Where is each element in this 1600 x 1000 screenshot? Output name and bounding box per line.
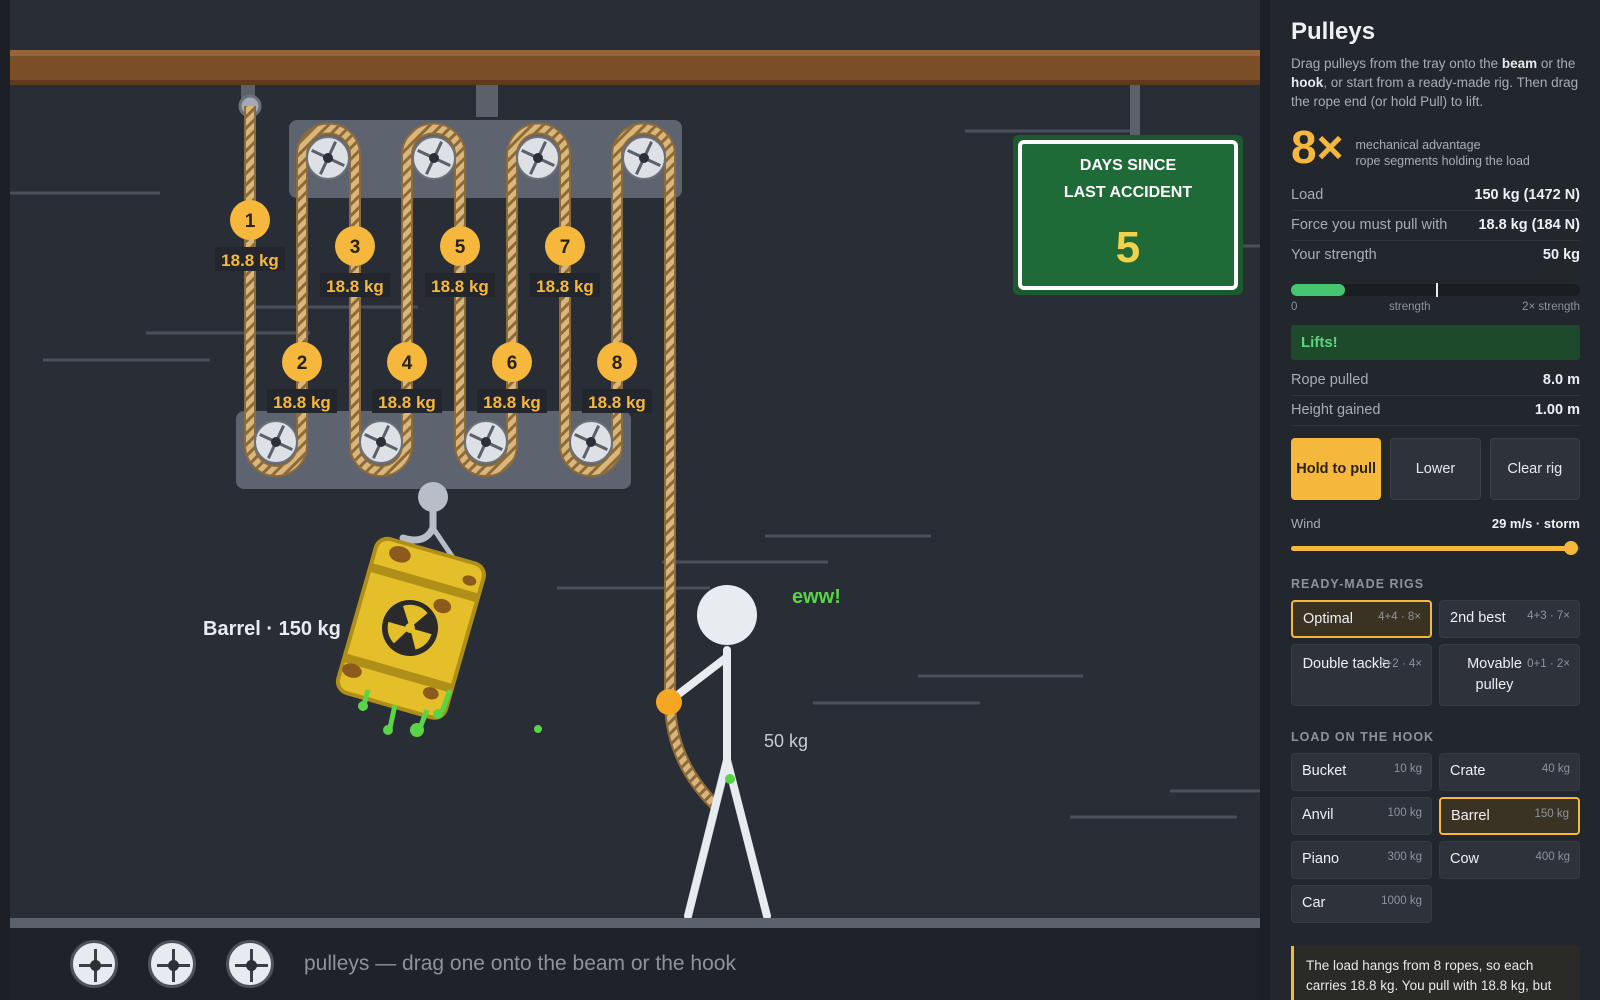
rope-segment-8: 8 18.8 kg xyxy=(582,342,652,413)
rope-number-4: 4 xyxy=(402,353,413,374)
rope-segment-5: 5 18.8 kg xyxy=(425,226,495,297)
exclamation-text: eww! xyxy=(792,586,841,608)
rope-load-2: 18.8 kg xyxy=(273,393,331,412)
rope-number-8: 8 xyxy=(612,353,623,374)
tray-label: pulleys — drag one onto the beam or the … xyxy=(304,952,736,975)
rope-number-2: 2 xyxy=(297,353,308,374)
rope-number-5: 5 xyxy=(455,237,466,258)
person-weight-label: 50 kg xyxy=(764,731,808,751)
rope-segment-1: 1 18.8 kg xyxy=(215,200,285,271)
pulley-tray[interactable]: pulleys — drag one onto the beam or the … xyxy=(10,928,1260,1000)
rope-load-4: 18.8 kg xyxy=(378,393,436,412)
pulley-stage[interactable]: DAYS SINCE LAST ACCIDENT 5 Barrel · 150 … xyxy=(10,0,1260,1000)
rope-number-7: 7 xyxy=(560,237,571,258)
lower-button[interactable]: Lower xyxy=(1390,438,1481,500)
load-crate[interactable]: Crate 40 kg xyxy=(1439,753,1580,791)
lower-pulley-4[interactable] xyxy=(569,420,613,464)
rope-segment-2: 2 18.8 kg xyxy=(267,342,337,413)
bar-mid-label: strength xyxy=(1388,301,1431,313)
ground xyxy=(10,918,1260,928)
load-anvil[interactable]: Anvil 100 kg xyxy=(1291,797,1432,835)
lower-pulley-2[interactable] xyxy=(359,420,403,464)
force-bar xyxy=(1291,283,1580,297)
intro-text: Drag pulleys from the tray onto the beam… xyxy=(1291,56,1579,109)
wind-label: Wind xyxy=(1291,516,1321,531)
force-bar-fill xyxy=(1291,284,1346,296)
stat-force: Force you must pull with 18.8 kg (184 N) xyxy=(1291,211,1580,241)
loads-heading: LOAD ON THE HOOK xyxy=(1291,730,1435,744)
ma-label: mechanical advantage xyxy=(1355,138,1481,152)
wind-value: 29 m/s · storm xyxy=(1491,516,1580,531)
upper-pulley-4[interactable] xyxy=(622,136,666,180)
clear-rig-button[interactable]: Clear rig xyxy=(1489,438,1580,500)
rig-movable-pulley[interactable]: Movable pulley 0+1 · 2× xyxy=(1439,644,1580,706)
rope-number-6: 6 xyxy=(507,353,518,374)
wind-slider-thumb[interactable] xyxy=(1564,541,1579,555)
panel-title: Pulleys xyxy=(1291,18,1376,45)
stat-height-gained: Height gained 1.00 m xyxy=(1291,396,1580,426)
barrel-load[interactable] xyxy=(335,536,487,721)
rope-load-5: 18.8 kg xyxy=(431,277,489,296)
bar-min-label: 0 xyxy=(1291,301,1298,313)
mechanical-advantage: 8× mechanical advantage rope segments ho… xyxy=(1291,123,1580,171)
rope-segment-3: 3 18.8 kg xyxy=(320,226,390,297)
upper-pulley-3[interactable] xyxy=(516,136,560,180)
load-cow[interactable]: Cow 400 kg xyxy=(1439,841,1580,879)
tray-pulley-1[interactable] xyxy=(70,940,118,988)
ma-value: 8× xyxy=(1291,121,1344,173)
strength-marker xyxy=(1435,283,1438,297)
load-car[interactable]: Car 1000 kg xyxy=(1291,885,1432,923)
tray-pulley-3[interactable] xyxy=(226,940,274,988)
hold-to-pull-button[interactable]: Hold to pull xyxy=(1291,438,1382,500)
rope-number-3: 3 xyxy=(350,237,361,258)
ma-sublabel: rope segments holding the load xyxy=(1355,154,1530,168)
rope-load-3: 18.8 kg xyxy=(326,277,384,296)
load-barrel[interactable]: Barrel 150 kg xyxy=(1439,797,1580,835)
rope-load-6: 18.8 kg xyxy=(483,393,541,412)
rope-number-1: 1 xyxy=(245,211,256,232)
scene-canvas[interactable]: DAYS SINCE LAST ACCIDENT 5 Barrel · 150 … xyxy=(10,0,1260,928)
lift-verdict: Lifts! xyxy=(1291,325,1580,360)
load-label: Barrel · 150 kg xyxy=(203,618,341,640)
rope-load-7: 18.8 kg xyxy=(536,277,594,296)
upper-pulley-1[interactable] xyxy=(306,136,350,180)
load-piano[interactable]: Piano 300 kg xyxy=(1291,841,1432,879)
bar-max-label: 2× strength xyxy=(1522,301,1580,313)
upper-pulley-2[interactable] xyxy=(412,136,456,180)
rig-optimal[interactable]: Optimal 4+4 · 8× xyxy=(1291,600,1432,638)
accident-sign: DAYS SINCE LAST ACCIDENT 5 xyxy=(1013,135,1243,295)
load-bucket[interactable]: Bucket 10 kg xyxy=(1291,753,1432,791)
rig-double-tackle[interactable]: Double tackle 2+2 · 4× xyxy=(1291,644,1432,706)
stat-strength: Your strength 50 kg xyxy=(1291,247,1580,263)
rope-segment-6: 6 18.8 kg xyxy=(477,342,547,413)
wind-slider[interactable] xyxy=(1291,541,1580,555)
rope-end-handle[interactable] xyxy=(656,689,682,715)
stat-rope-pulled: Rope pulled 8.0 m xyxy=(1291,366,1580,396)
lower-pulley-1[interactable] xyxy=(254,420,298,464)
explanation-note: The load hangs from 8 ropes, so each car… xyxy=(1291,946,1580,1000)
rope-segment-4: 4 18.8 kg xyxy=(372,342,442,413)
rope-segment-7: 7 18.8 kg xyxy=(530,226,600,297)
stick-person xyxy=(667,585,771,920)
rope-load-1: 18.8 kg xyxy=(221,251,279,270)
rigs-heading: READY-MADE RIGS xyxy=(1291,577,1425,591)
rope-load-8: 18.8 kg xyxy=(588,393,646,412)
sign-line-2: LAST ACCIDENT xyxy=(1064,184,1193,201)
control-panel: Pulleys Drag pulleys from the tray onto … xyxy=(1270,0,1600,1000)
stat-load: Load 150 kg (1472 N) xyxy=(1291,181,1580,211)
tray-pulley-2[interactable] xyxy=(148,940,196,988)
rig-2nd-best[interactable]: 2nd best 4+3 · 7× xyxy=(1439,600,1580,638)
lower-pulley-3[interactable] xyxy=(464,420,508,464)
sign-line-1: DAYS SINCE xyxy=(1080,157,1177,174)
sign-day-count: 5 xyxy=(1116,223,1140,272)
